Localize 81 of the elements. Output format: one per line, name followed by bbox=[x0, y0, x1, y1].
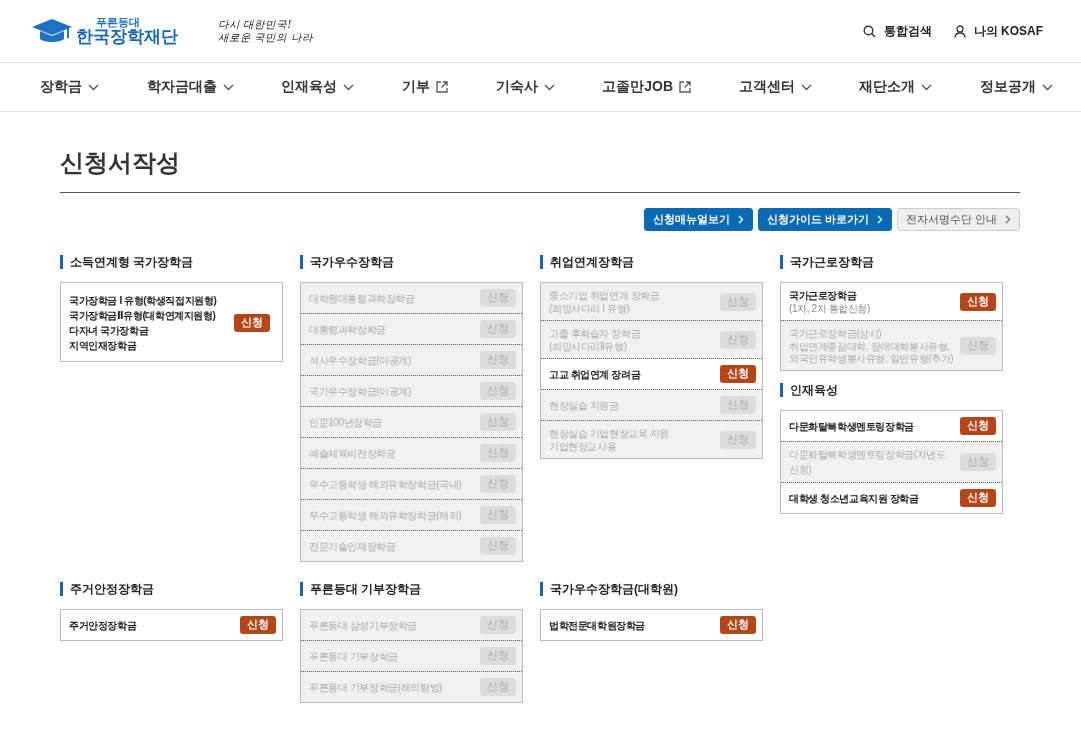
scholarship-name: 우수고등학생 해외유학장학금(국내) bbox=[309, 477, 462, 492]
logo-subtitle: 푸른등대 bbox=[96, 17, 140, 28]
scholarship-name: 대통령과학장학금 bbox=[309, 322, 386, 337]
scholarship-note: 기업현장교사용 bbox=[549, 441, 618, 453]
nav-menu-item[interactable]: 장학금 bbox=[40, 78, 82, 96]
slogan: 다시 대한민국! 새로운 국민의 나라 bbox=[218, 18, 313, 44]
scholarship-name: 현장실습 지원금 bbox=[549, 398, 619, 413]
chevron-right-icon bbox=[876, 215, 883, 224]
scholarship-name: 인문100년장학금 bbox=[309, 415, 383, 430]
scholarship-note: (희망사다리Ⅱ유형) bbox=[549, 341, 628, 353]
scholarship-name: 다자녀 국가장학금 bbox=[69, 324, 150, 338]
apply-button[interactable]: 신청 bbox=[720, 365, 756, 383]
user-icon bbox=[953, 24, 966, 38]
scholarship-name: 지역인재장학금 bbox=[69, 339, 138, 353]
scholarship-note: 취업연계중점대학, 장애대학봉사유형, 외국인유학생봉사유형, 일반유형(추가) bbox=[789, 341, 955, 365]
nav-menu-item[interactable]: 정보공개 bbox=[979, 78, 1036, 96]
chevron-down-icon bbox=[921, 83, 933, 91]
scholarship-name: 고교 취업연계 장려금 bbox=[549, 367, 641, 382]
scholarship-name: 국가근로장학금(상시) bbox=[789, 327, 883, 341]
section-title: 소득연계형 국가장학금 bbox=[60, 255, 283, 269]
section-title: 국가우수장학금(대학원) bbox=[540, 582, 763, 596]
nav-menu-item[interactable]: 기숙사 bbox=[495, 78, 538, 96]
chevron-down-icon bbox=[543, 83, 555, 91]
apply-button[interactable]: 신청 bbox=[960, 489, 996, 507]
chevron-down-icon bbox=[1041, 83, 1053, 91]
scholarship-name: 푸른등대 기부장학금 bbox=[309, 649, 398, 664]
graduation-cap-icon bbox=[32, 18, 72, 44]
scholarship-name: 다문화탈북학생멘토링장학금 bbox=[789, 419, 914, 434]
scholarship-name: 대학생 청소년교육지원 장학금 bbox=[789, 491, 919, 506]
section-title: 푸른등대 기부장학금 bbox=[300, 582, 523, 596]
scholarship-name: 전문기술인재장학금 bbox=[309, 539, 396, 554]
scholarship-note: (1차, 2차 통합신청) bbox=[789, 303, 870, 315]
apply-button[interactable]: 신청 bbox=[240, 616, 276, 634]
apply-button[interactable]: 신청 bbox=[234, 314, 270, 332]
chevron-right-icon bbox=[1005, 215, 1011, 224]
guide-link-button[interactable]: 전자서명수단 안내 bbox=[896, 208, 1020, 231]
scholarship-name: 주거안정장학금 bbox=[69, 618, 137, 633]
external-link-icon bbox=[435, 81, 448, 93]
guide-link-button[interactable]: 신청매뉴얼보기 bbox=[643, 208, 753, 231]
scholarship-name: 법학전문대학원장학금 bbox=[549, 618, 645, 633]
nav-menu-item[interactable]: 인재육성 bbox=[281, 78, 338, 96]
page-title: 신청서작성 bbox=[60, 112, 1020, 193]
external-link-icon bbox=[679, 81, 691, 93]
scholarship-name: 푸른등대 삼성기부장학금 bbox=[309, 618, 417, 633]
section-title: 국가우수장학금 bbox=[300, 255, 523, 269]
logo-name: 한국장학재단 bbox=[76, 27, 178, 45]
scholarship-name: 대학원대통령과학장학금 bbox=[309, 291, 415, 306]
scholarship-name: 예술체육비전장학금 bbox=[309, 446, 396, 461]
section-title: 국가근로장학금 bbox=[780, 255, 1003, 269]
scholarship-name: 우수고등학생 해외유학장학금(해외) bbox=[309, 508, 462, 523]
scholarship-name: 국가근로장학금 bbox=[789, 289, 858, 303]
apply-button[interactable]: 신청 bbox=[960, 292, 996, 311]
scholarship-name: 고졸 후학습자 장학금 bbox=[549, 327, 641, 341]
section-title: 취업연계장학금 bbox=[540, 255, 763, 269]
chevron-down-icon bbox=[343, 83, 355, 91]
scholarship-name: 국가장학금Ⅱ유형(대학연계지원형) bbox=[69, 309, 217, 323]
nav-menu-item[interactable]: 재단소개 bbox=[859, 78, 916, 96]
scholarship-name: 현장실습 기업현장교육 지원 bbox=[549, 427, 669, 441]
scholarship-name: 다문화탈북학생멘토링장학금(차년도 신청) bbox=[789, 448, 947, 477]
guide-link-button[interactable]: 신청가이드 바로가기 bbox=[757, 208, 892, 231]
user-link[interactable]: 나의 KOSAF bbox=[973, 22, 1043, 40]
nav-menu-item[interactable]: 고졸만JOB bbox=[602, 78, 673, 96]
search-icon bbox=[862, 24, 876, 38]
scholarship-name: 중소기업 취업연계 장학금 bbox=[549, 289, 660, 303]
apply-button[interactable]: 신청 bbox=[960, 417, 996, 435]
chevron-right-icon bbox=[737, 215, 744, 224]
chevron-down-icon bbox=[800, 83, 812, 91]
search-link[interactable]: 통합검색 bbox=[883, 22, 932, 40]
chevron-down-icon bbox=[222, 83, 234, 91]
nav-menu-item[interactable]: 고객센터 bbox=[738, 78, 795, 96]
scholarship-name: 국가장학금 I 유형(학생직접지원형) bbox=[69, 294, 217, 308]
scholarship-name: 푸른등대 기부장학금(해외탐방) bbox=[309, 680, 443, 695]
apply-button[interactable]: 신청 bbox=[720, 616, 756, 634]
scholarship-name: 국가우수장학금(이공계) bbox=[309, 384, 411, 399]
nav-menu-item[interactable]: 학자금대출 bbox=[146, 78, 217, 96]
nav-menu-item[interactable]: 기부 bbox=[401, 78, 430, 96]
scholarship-name: 석사우수장학금(이공계) bbox=[309, 353, 411, 368]
section-title: 주거안정장학금 bbox=[60, 582, 283, 596]
section-title: 인재육성 bbox=[780, 383, 1003, 397]
chevron-down-icon bbox=[88, 83, 99, 91]
scholarship-note: (희망사다리 I 유형) bbox=[549, 303, 631, 315]
